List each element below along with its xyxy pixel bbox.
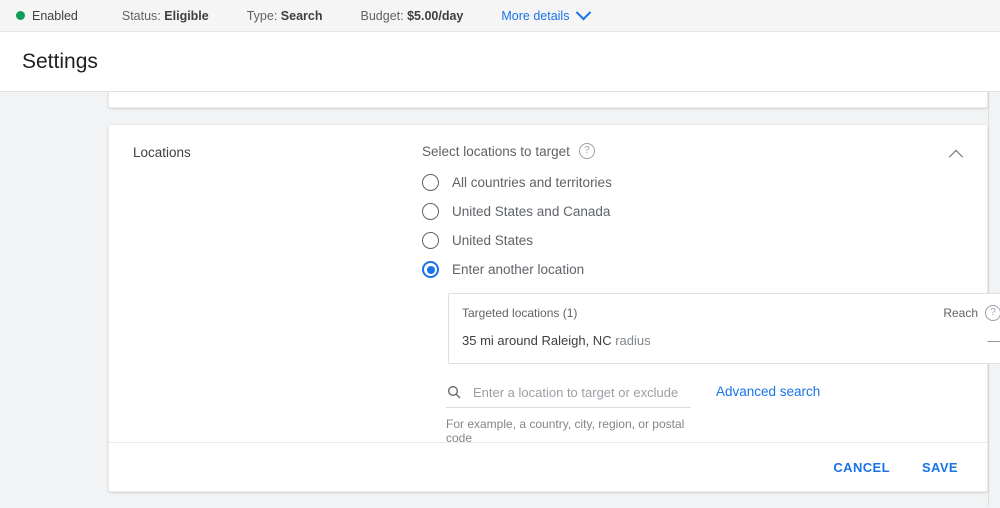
targeted-location-name: 35 mi around Raleigh, NC xyxy=(462,333,612,348)
chevron-down-icon xyxy=(576,5,592,21)
locations-fields: Select locations to target ? All countri… xyxy=(422,143,947,445)
radio-icon xyxy=(422,203,439,220)
type-field-label: Type: xyxy=(247,9,278,23)
status-field-value: Eligible xyxy=(164,9,208,23)
targeted-location-row: 35 mi around Raleigh, NC radius — ✕ xyxy=(462,327,1000,353)
campaign-status-bar: Enabled Status: Eligible Type: Search Bu… xyxy=(0,0,1000,32)
location-search-input[interactable] xyxy=(473,385,691,400)
cancel-button[interactable]: CANCEL xyxy=(822,452,901,483)
more-details-label: More details xyxy=(501,9,569,23)
locations-card-body: Locations Select locations to target ? A… xyxy=(109,125,987,442)
help-icon[interactable]: ? xyxy=(579,143,595,159)
targeted-locations-panel: Targeted locations (1) Reach ? ✕ 35 mi a… xyxy=(448,293,1000,364)
settings-content: Networks Google Search Network, Search p… xyxy=(0,92,1000,507)
page-title: Settings xyxy=(22,50,98,74)
radio-label: United States and Canada xyxy=(452,204,610,219)
targeted-locations-header: Targeted locations (1) Reach ? ✕ xyxy=(462,303,1000,322)
select-locations-heading-label: Select locations to target xyxy=(422,144,570,159)
radio-label: United States xyxy=(452,233,533,248)
advanced-search-link[interactable]: Advanced search xyxy=(716,384,820,399)
networks-card[interactable]: Networks Google Search Network, Search p… xyxy=(108,92,988,108)
campaign-state: Enabled xyxy=(16,9,78,23)
budget-field-value: $5.00/day xyxy=(407,9,463,23)
locations-card-footer: CANCEL SAVE xyxy=(109,442,987,492)
locations-section-label: Locations xyxy=(133,145,191,160)
campaign-state-label: Enabled xyxy=(32,9,78,23)
radio-icon-selected xyxy=(422,261,439,278)
radio-option-us-canada[interactable]: United States and Canada xyxy=(422,197,947,226)
save-button[interactable]: SAVE xyxy=(911,452,969,483)
location-search-box: For example, a country, city, region, or… xyxy=(446,384,691,445)
reach-label: Reach xyxy=(943,306,978,320)
budget-field-label: Budget: xyxy=(361,9,404,23)
location-search-row: For example, a country, city, region, or… xyxy=(446,384,947,445)
radio-option-enter-another-location[interactable]: Enter another location xyxy=(422,255,947,284)
more-details-button[interactable]: More details xyxy=(501,9,589,23)
targeted-locations-title: Targeted locations (1) xyxy=(462,306,943,320)
targeted-location-text: 35 mi around Raleigh, NC radius xyxy=(462,333,987,348)
status-field-label: Status: xyxy=(122,9,161,23)
radio-option-all-countries[interactable]: All countries and territories xyxy=(422,168,947,197)
radio-option-united-states[interactable]: United States xyxy=(422,226,947,255)
search-icon xyxy=(446,384,462,400)
reach-help-icon[interactable]: ? xyxy=(985,305,1000,321)
radio-icon xyxy=(422,232,439,249)
type-field-value: Search xyxy=(281,9,323,23)
budget-field: Budget: $5.00/day xyxy=(361,9,464,23)
location-search-field[interactable] xyxy=(446,384,691,408)
radio-label: All countries and territories xyxy=(452,175,612,190)
chevron-up-icon xyxy=(949,150,963,164)
status-dot-icon xyxy=(16,11,25,20)
targeted-location-reach-value: — xyxy=(987,333,1000,348)
location-search-hint: For example, a country, city, region, or… xyxy=(446,417,691,445)
status-field: Status: Eligible xyxy=(122,9,209,23)
targeted-location-suffix: radius xyxy=(615,333,650,348)
page-header: Settings xyxy=(0,32,1000,92)
select-locations-heading: Select locations to target ? xyxy=(422,143,947,159)
type-field: Type: Search xyxy=(247,9,323,23)
radio-label: Enter another location xyxy=(452,262,584,277)
radio-icon xyxy=(422,174,439,191)
locations-card: Locations Select locations to target ? A… xyxy=(108,124,988,492)
reach-column-header: Reach ? xyxy=(943,305,1000,321)
